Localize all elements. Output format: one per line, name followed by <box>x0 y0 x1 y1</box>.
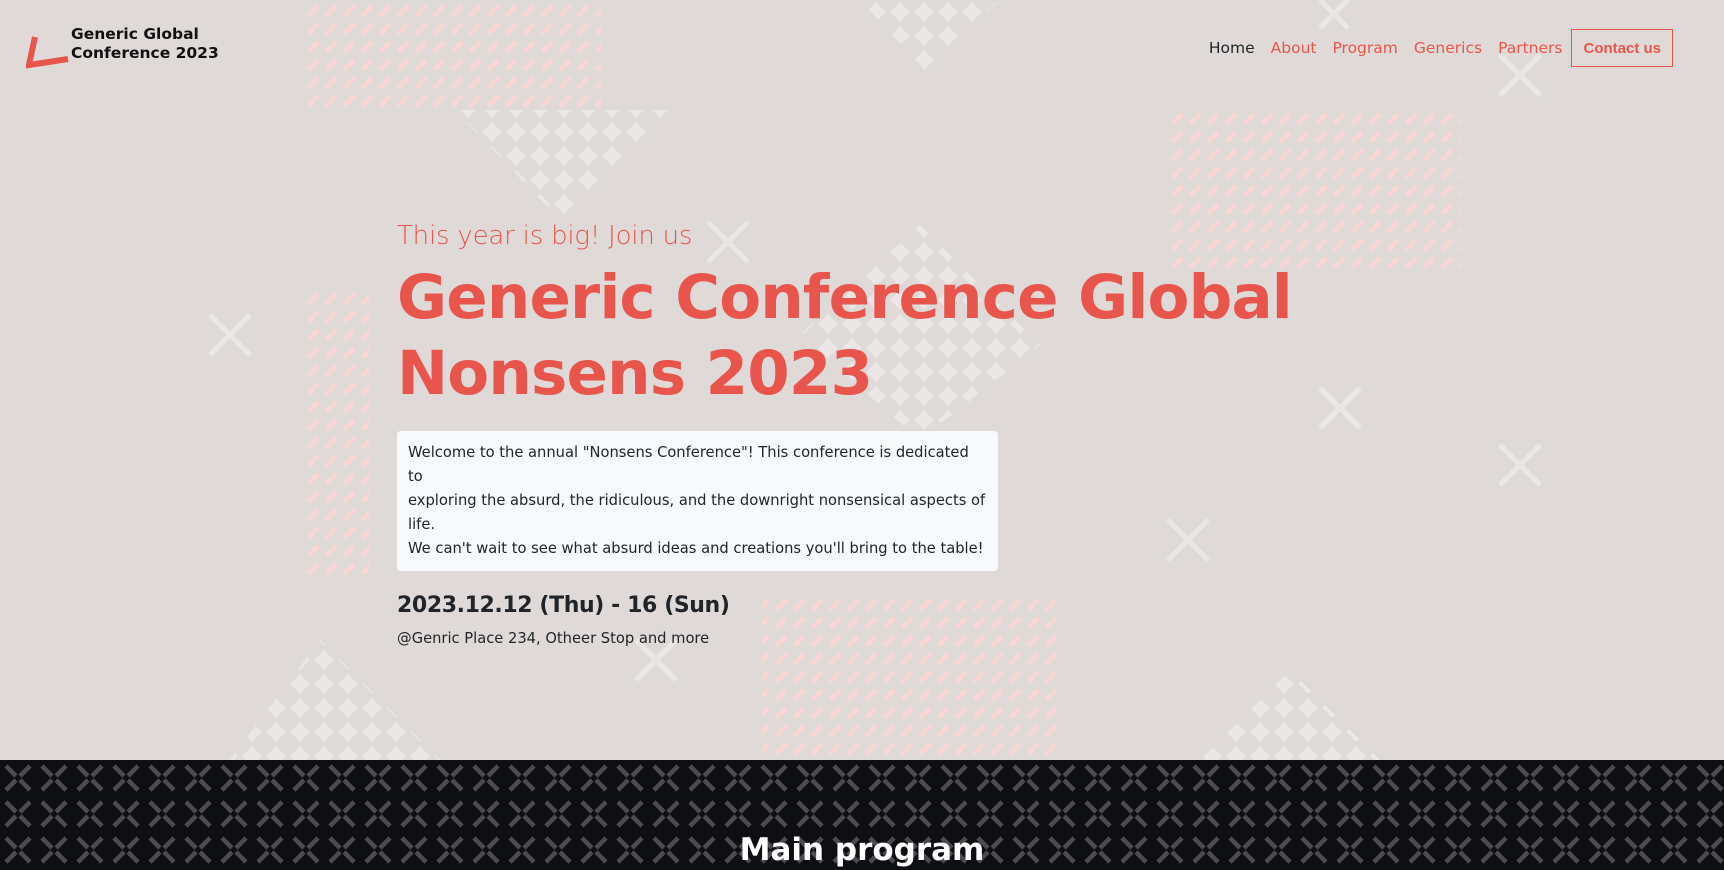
brand-name-line2: Conference 2023 <box>71 44 219 62</box>
nav-partners[interactable]: Partners <box>1490 29 1570 67</box>
hero-title-line1: Generic Conference Global <box>397 262 1293 333</box>
intro-text-line1: Welcome to the annual "Nonsens Conferenc… <box>408 444 969 485</box>
intro-text-line3: We can't wait to see what absurd ideas a… <box>408 540 984 557</box>
intro-card: Welcome to the annual "Nonsens Conferenc… <box>397 431 998 571</box>
program-section: Main program <box>0 760 1724 870</box>
hero-eyebrow: This year is big! Join us <box>397 221 693 251</box>
contact-us-button[interactable]: Contact us <box>1571 29 1673 67</box>
event-venue: @Genric Place 234, Otheer Stop and more <box>397 630 710 647</box>
site-header: Generic Global Conference 2023 Home Abou… <box>0 0 1724 96</box>
hero-section: This year is big! Join us Generic Confer… <box>397 218 1297 649</box>
hero-title: Generic Conference Global Nonsens 2023 <box>397 260 1297 412</box>
brand-logo[interactable]: Generic Global Conference 2023 <box>25 25 219 75</box>
hero-title-line2: Nonsens 2023 <box>397 338 873 409</box>
event-dates: 2023.12.12 (Thu) - 16 (Sun) <box>397 593 730 618</box>
brand-name: Generic Global Conference 2023 <box>71 25 219 63</box>
logo-mark-icon <box>25 25 70 75</box>
program-title: Main program <box>739 832 985 868</box>
brand-name-line1: Generic Global <box>71 25 199 43</box>
nav-about[interactable]: About <box>1263 29 1325 67</box>
intro-text-line2: exploring the absurd, the ridiculous, an… <box>408 492 986 533</box>
main-nav: Home About Program Generics Partners Con… <box>1201 29 1673 67</box>
nav-generics[interactable]: Generics <box>1406 29 1490 67</box>
nav-program[interactable]: Program <box>1324 29 1405 67</box>
nav-home[interactable]: Home <box>1201 29 1263 67</box>
